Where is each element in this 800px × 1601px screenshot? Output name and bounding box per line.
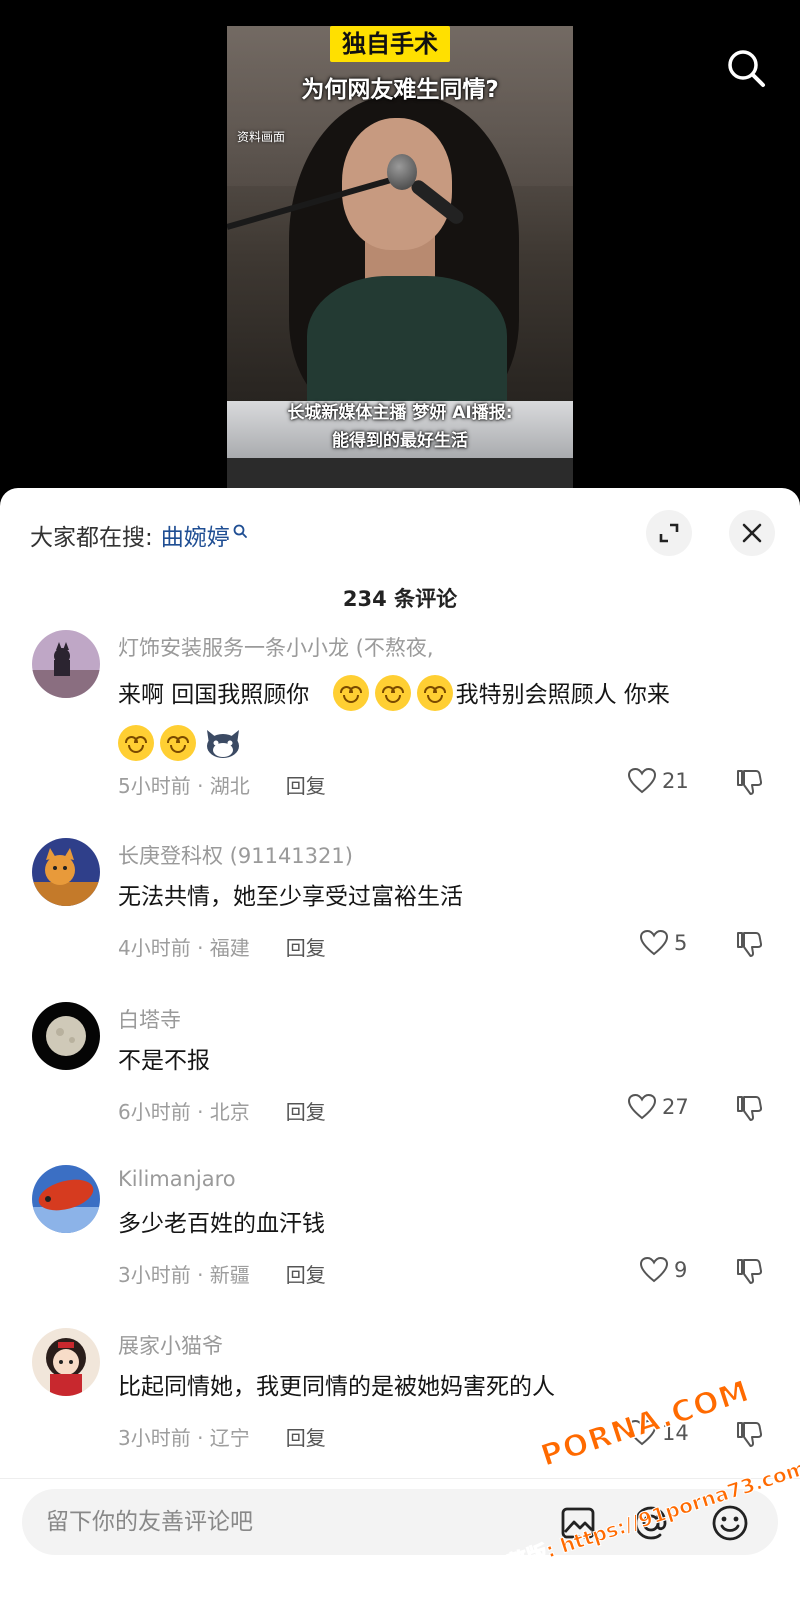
reply-button[interactable]: 回复 (286, 770, 326, 799)
avatar-image (32, 1002, 100, 1070)
comment-sheet: 大家都在搜: 曲婉婷 234 条评论 灯饰安装服务一条小小龙 (不熬夜, 来啊 … (0, 488, 800, 1601)
cat-face-emoji-icon (207, 729, 239, 758)
video-source-label: 资料画面 (237, 130, 286, 144)
reply-button[interactable]: 回复 (286, 932, 326, 961)
comment-text: 多少老百姓的血汗钱 (118, 1211, 325, 1237)
comment-time-location: 6小时前 · 北京 (118, 1100, 250, 1124)
expand-button[interactable] (646, 510, 692, 556)
comment-time-location: 4小时前 · 福建 (118, 936, 250, 960)
comment-time-location: 3小时前 · 新疆 (118, 1263, 250, 1287)
dislike-button[interactable] (735, 1257, 763, 1289)
grin-emoji-icon (160, 724, 196, 761)
thumb-down-icon (737, 770, 763, 795)
thumb-down-icon (737, 1422, 763, 1447)
comment-meta: 3小时前 · 新疆 回复 (118, 1259, 326, 1288)
avatar[interactable] (32, 1328, 100, 1396)
grin-emoji-icon (118, 724, 154, 761)
comment-username[interactable]: Kilimanjaro (118, 1167, 236, 1191)
avatar[interactable] (32, 1165, 100, 1233)
comment-username[interactable]: 灯饰安装服务一条小小龙 (不熬夜, (118, 632, 434, 662)
comment-username[interactable]: 长庚登科权 (91141321) (118, 840, 353, 870)
comment-text-part1: 来啊 回国我照顾你 (118, 682, 310, 708)
trending-search[interactable]: 大家都在搜: 曲婉婷 (30, 518, 247, 552)
expand-icon (659, 523, 679, 543)
dislike-button[interactable] (735, 768, 763, 800)
avatar[interactable] (32, 630, 100, 698)
like-button[interactable]: 9 (640, 1257, 687, 1283)
avatar-image (32, 838, 100, 906)
emoji-icon (712, 1505, 748, 1541)
avatar[interactable] (32, 838, 100, 906)
comment-username[interactable]: 展家小猫爷 (118, 1330, 223, 1360)
heart-icon (640, 1257, 668, 1283)
video-badge: 独自手术 (330, 26, 450, 62)
grin-emoji-icon (332, 674, 369, 711)
video-caption-line1: 长城新媒体主播 梦妍 AI播报: (287, 403, 513, 423)
avatar-image (32, 630, 100, 698)
thumb-down-icon (737, 932, 763, 957)
avatar-image (32, 1328, 100, 1396)
search-small-icon (233, 524, 247, 538)
comment-text: 不是不报 (118, 1048, 210, 1074)
comment-time-location: 3小时前 · 辽宁 (118, 1426, 250, 1450)
heart-icon (640, 930, 668, 956)
comment-meta: 5小时前 · 湖北 回复 (118, 770, 326, 799)
comment-meta: 6小时前 · 北京 回复 (118, 1096, 326, 1125)
video-headline: 为何网友难生同情? (301, 77, 499, 103)
heart-icon (628, 1094, 656, 1120)
video-caption-line2: 能得到的最好生活 (332, 431, 468, 451)
like-button[interactable]: 27 (628, 1094, 689, 1120)
comment-text: 无法共情，她至少享受过富裕生活 (118, 884, 463, 910)
avatar-image (32, 1165, 100, 1233)
thumb-down-icon (737, 1096, 763, 1121)
dislike-button[interactable] (735, 1420, 763, 1452)
search-button[interactable] (720, 42, 772, 94)
comment-text: 来啊 回国我照顾你 我特别会照顾人 你来 (118, 670, 768, 770)
trending-query-link[interactable]: 曲婉婷 (161, 518, 230, 552)
comment-meta: 3小时前 · 辽宁 回复 (118, 1422, 326, 1451)
search-icon (728, 50, 765, 87)
comment-username[interactable]: 白塔寺 (118, 1004, 181, 1034)
grin-emoji-icon (416, 674, 453, 711)
like-count: 27 (662, 1095, 689, 1119)
microphone (387, 154, 417, 190)
like-count: 5 (674, 931, 688, 955)
comment-count: 234 条评论 (342, 587, 458, 611)
trending-label: 大家都在搜: (30, 525, 153, 551)
thumb-down-icon (737, 1259, 763, 1284)
comment-meta: 4小时前 · 福建 回复 (118, 932, 326, 961)
comment-time-location: 5小时前 · 湖北 (118, 774, 250, 798)
grin-emoji-icon (374, 674, 411, 711)
like-count: 21 (662, 769, 689, 793)
reply-button[interactable]: 回复 (286, 1422, 326, 1451)
close-icon (742, 523, 762, 543)
comment-text-part2: 我特别会照顾人 你来 (455, 682, 670, 708)
heart-icon (628, 768, 656, 794)
avatar[interactable] (32, 1002, 100, 1070)
reply-button[interactable]: 回复 (286, 1096, 326, 1125)
like-button[interactable]: 5 (640, 930, 687, 956)
like-button[interactable]: 21 (628, 768, 689, 794)
close-button[interactable] (729, 510, 775, 556)
reply-button[interactable]: 回复 (286, 1259, 326, 1288)
like-count: 9 (674, 1258, 688, 1282)
dislike-button[interactable] (735, 930, 763, 962)
video-player[interactable]: 独自手术 为何网友难生同情? 资料画面 长城新媒体主播 梦妍 AI播报: 能得到… (0, 0, 800, 500)
video-frame[interactable]: 独自手术 为何网友难生同情? 资料画面 长城新媒体主播 梦妍 AI播报: 能得到… (227, 26, 573, 488)
dislike-button[interactable] (735, 1094, 763, 1126)
keyboard-base (227, 458, 573, 488)
